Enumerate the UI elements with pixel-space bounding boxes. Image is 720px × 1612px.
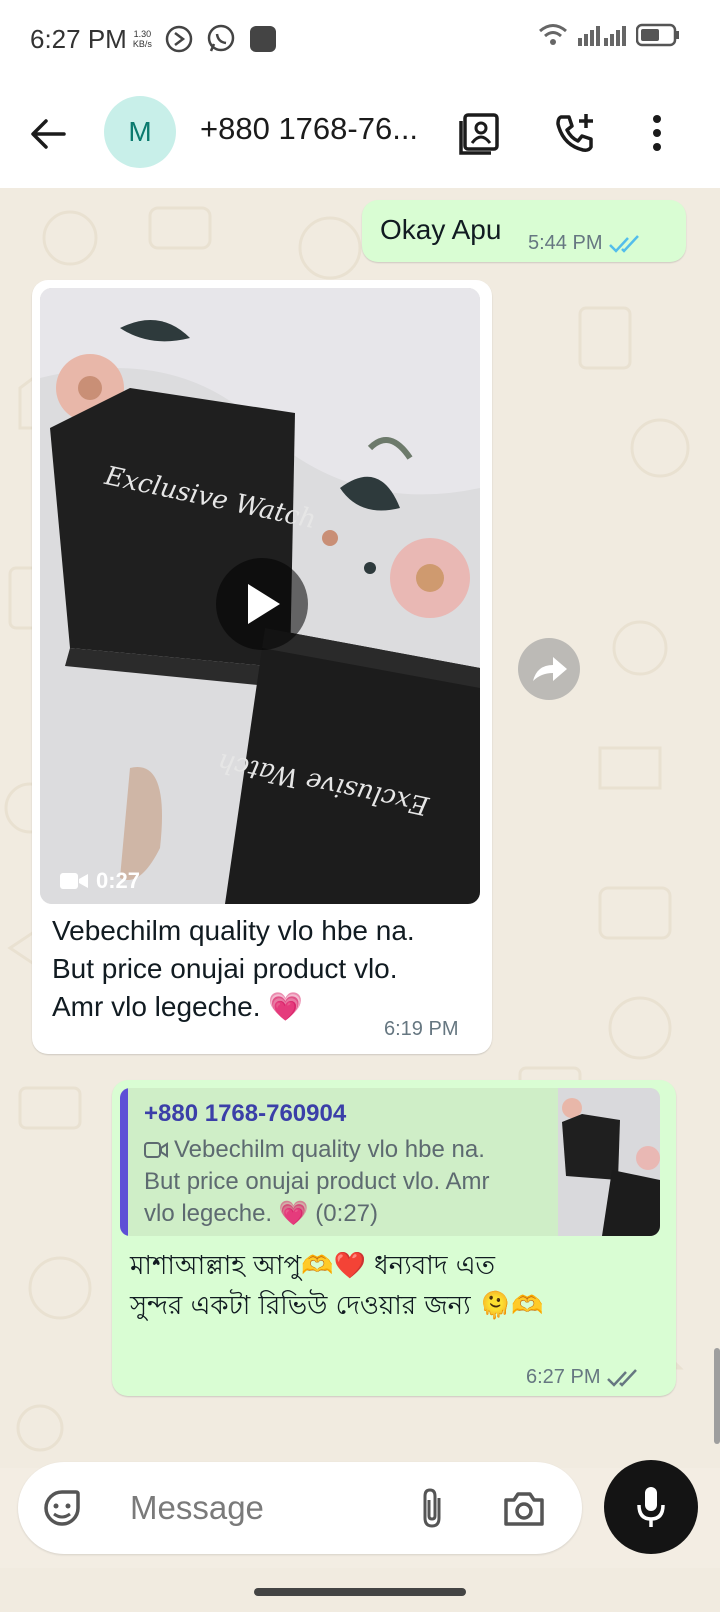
status-bar: 6:27 PM 1.30 KB/s [0, 0, 720, 78]
play-icon [248, 584, 280, 624]
quote-bar [120, 1088, 128, 1236]
status-time: 6:27 PM [30, 23, 127, 54]
message-line: সুন্দর একটা রিভিউ দেওয়ার জন্য 🫠🫶 [130, 1291, 544, 1321]
scrollbar[interactable] [714, 1348, 720, 1444]
system-indicators [538, 22, 680, 48]
incoming-message[interactable]: Exclusive Watch Exclusive Watch 0:27 Veb… [32, 280, 492, 1054]
system-navigation-bar [0, 1568, 720, 1612]
message-line: Vebechilm quality vlo hbe na. [52, 915, 415, 946]
quoted-video-thumbnail [558, 1088, 660, 1236]
message-line: But price onujai product vlo. [52, 953, 398, 984]
contact-name[interactable]: +880 1768-76... [200, 111, 440, 147]
quoted-line: But price onujai product vlo. Amr [144, 1168, 490, 1195]
whatsapp-status-icon [206, 24, 236, 54]
back-arrow-icon[interactable] [28, 114, 68, 154]
message-composer [18, 1462, 582, 1554]
message-meta: 5:44 PM [528, 232, 644, 255]
home-gesture-pill[interactable] [254, 1588, 466, 1596]
microphone-icon [637, 1487, 665, 1527]
message-time: 6:27 PM [526, 1366, 601, 1388]
add-call-icon[interactable] [550, 108, 600, 158]
message-line: মাশাআল্লাহ আপু🫶❤️ ধন্যবাদ এত [130, 1251, 496, 1281]
video-duration-text: 0:27 [96, 868, 141, 893]
network-speed-value: 1.30 [133, 29, 152, 39]
forward-button[interactable] [518, 638, 580, 700]
camera-icon[interactable] [502, 1486, 546, 1530]
app-status-icon [248, 24, 278, 54]
chat-area[interactable]: Okay Apu 5:44 PM Exclusive Watch Exclusi… [0, 188, 720, 1468]
network-speed-unit: KB/s [132, 39, 152, 49]
quoted-message[interactable]: +880 1768-760904 Vebechilm quality vlo h… [120, 1088, 660, 1236]
network-speed: 1.30 KB/s [133, 29, 152, 49]
wifi-icon [539, 24, 567, 45]
battery-icon [636, 23, 679, 47]
play-button[interactable] [216, 558, 308, 650]
message-text: মাশাআল্লাহ আপু🫶❤️ ধন্যবাদ এত সুন্দর একটা… [130, 1246, 544, 1326]
outgoing-reply-message[interactable]: +880 1768-760904 Vebechilm quality vlo h… [112, 1080, 676, 1396]
voice-message-button[interactable] [604, 1460, 698, 1554]
message-input[interactable] [130, 1488, 410, 1528]
quoted-video-icon [144, 1142, 168, 1158]
attach-icon[interactable] [410, 1486, 454, 1530]
message-time: 6:19 PM [384, 1018, 459, 1040]
more-options-icon[interactable] [632, 108, 682, 158]
video-duration: 0:27 [60, 868, 140, 894]
message-time: 5:44 PM [528, 232, 603, 254]
signal-icon [578, 26, 626, 46]
read-ticks-icon [609, 234, 640, 253]
chat-header: M +880 1768-76... [0, 78, 720, 188]
message-meta: 6:27 PM [526, 1366, 642, 1389]
video-camera-icon [60, 873, 88, 889]
message-meta: 6:19 PM [384, 1018, 458, 1041]
contact-card-icon[interactable] [454, 108, 504, 158]
message-text: Vebechilm quality vlo hbe na. But price … [52, 912, 415, 1026]
delivered-ticks-icon [607, 1368, 638, 1387]
quoted-line: Vebechilm quality vlo hbe na. [174, 1136, 485, 1163]
avatar[interactable]: M [104, 96, 176, 168]
video-thumbnail[interactable]: Exclusive Watch Exclusive Watch 0:27 [40, 288, 480, 904]
quoted-text: Vebechilm quality vlo hbe na. But price … [144, 1134, 534, 1230]
message-text: Okay Apu [380, 214, 502, 245]
sticker-icon[interactable] [40, 1486, 84, 1530]
quoted-line: vlo legeche. 💗 (0:27) [144, 1200, 378, 1227]
navigation-status-icon [164, 24, 194, 54]
avatar-letter: M [128, 116, 152, 147]
outgoing-message[interactable]: Okay Apu 5:44 PM [362, 200, 686, 262]
forward-icon [533, 657, 567, 681]
message-line: Amr vlo legeche. 💗 [52, 991, 304, 1022]
quoted-sender: +880 1768-760904 [144, 1100, 347, 1127]
